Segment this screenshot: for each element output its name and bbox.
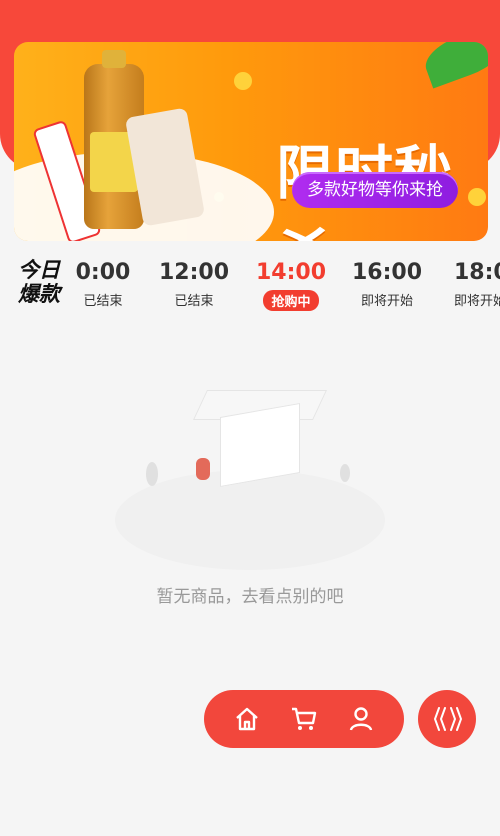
- user-icon[interactable]: [345, 703, 377, 735]
- person-image: [196, 458, 210, 480]
- leaf-decoration: [419, 42, 488, 89]
- bottom-nav: [204, 690, 404, 748]
- heat-icon[interactable]: [418, 690, 476, 748]
- empty-box-image: [220, 402, 300, 488]
- time-slot-0000[interactable]: 0:00 已结束: [58, 260, 148, 309]
- time-slot-1600[interactable]: 16:00 即将开始: [342, 260, 432, 309]
- time-slot-1400[interactable]: 14:00 抢购中: [246, 260, 336, 311]
- tree-decoration: [146, 462, 158, 486]
- cart-icon[interactable]: [288, 703, 320, 735]
- time-slot-1200[interactable]: 12:00 已结束: [149, 260, 239, 309]
- empty-state-message: 暂无商品，去看点别的吧: [156, 587, 344, 607]
- tree-decoration: [340, 464, 350, 482]
- banner-cta-button[interactable]: 多款好物等你来抢: [292, 172, 458, 208]
- coin-decoration: [234, 72, 252, 90]
- flash-sale-banner[interactable]: 限时秒杀 多款好物等你来抢: [14, 42, 488, 241]
- status-badge: 抢购中: [263, 290, 319, 311]
- empty-state-illustration: [100, 370, 400, 580]
- time-slot-bar: 今日 爆款 0:00 已结束 12:00 已结束 14:00 抢购中 16:00…: [0, 252, 500, 312]
- time-slot-1800[interactable]: 18:00 即将开始: [438, 260, 500, 309]
- home-icon[interactable]: [231, 703, 263, 735]
